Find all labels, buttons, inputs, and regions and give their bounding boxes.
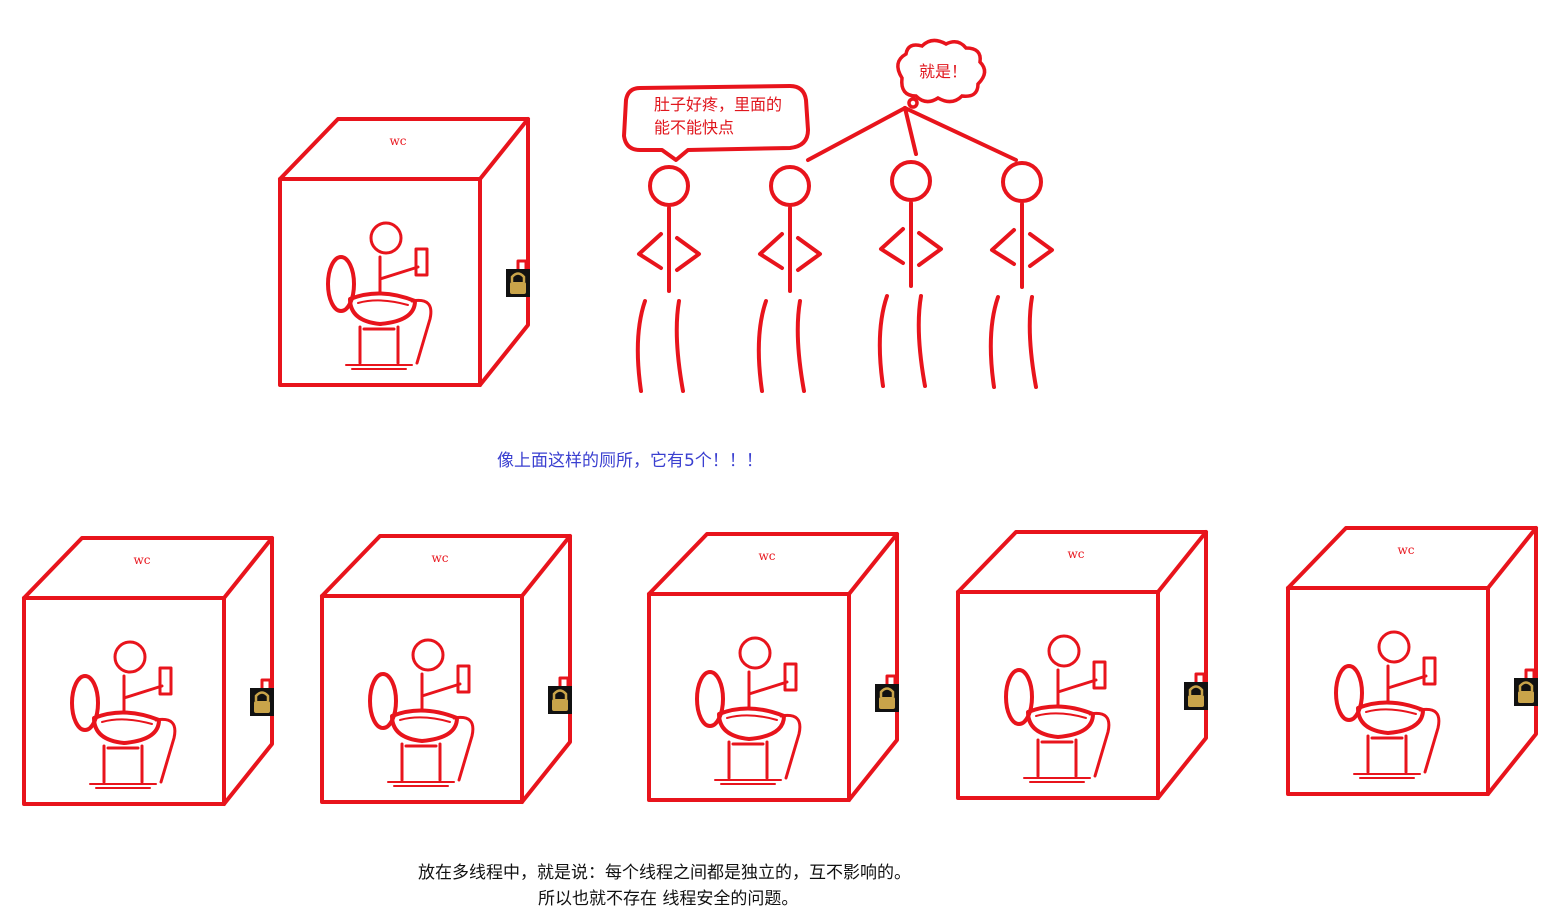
stall-label: wc: [134, 553, 151, 567]
caption-bottom-line-2: 所以也就不存在 线程安全的问题。: [538, 889, 799, 909]
waiting-person: [877, 160, 943, 388]
lock-icon: [248, 686, 276, 718]
lock-icon: [1512, 676, 1540, 708]
connector-lines: [806, 106, 1018, 162]
stall-5: wc: [1286, 526, 1540, 796]
stall-label: wc: [1398, 543, 1415, 557]
speech-line: 肚子好疼，里面的: [654, 95, 783, 114]
lock-icon: [546, 684, 574, 716]
stall-label: wc: [432, 551, 449, 565]
occupied-stall: wc: [278, 117, 532, 387]
bottom-stalls: wc wc wc wc wc: [22, 526, 1540, 806]
speech-text-complaint: 肚子好疼，里面的 能不能快点: [654, 93, 814, 139]
lock-icon: [504, 267, 532, 299]
waiting-person: [635, 165, 701, 393]
lock-icon: [873, 682, 901, 714]
waiting-people: [635, 160, 1054, 393]
waiting-person: [988, 161, 1054, 389]
caption-top: 像上面这样的厕所，它有5个！！！: [497, 451, 763, 471]
stall-1: wc: [22, 536, 276, 806]
speech-text-agree: 就是！: [919, 62, 968, 81]
stall-label: wc: [1068, 547, 1085, 561]
caption-bottom-line-1: 放在多线程中，就是说：每个线程之间都是独立的，互不影响的。: [418, 863, 911, 883]
waiting-person: [756, 165, 822, 393]
lock-icon: [1182, 680, 1210, 712]
diagram-canvas: wc wc wc wc wc wc 肚子好疼，里面的 能不能快点 就是！ 像上面…: [0, 0, 1557, 915]
stall-2: wc: [320, 534, 574, 804]
stall-4: wc: [956, 530, 1210, 800]
stall-label: wc: [759, 549, 776, 563]
stall-label: wc: [390, 134, 407, 148]
speech-line: 能不能快点: [654, 118, 735, 137]
stall-3: wc: [647, 532, 901, 802]
caption-bottom: 放在多线程中，就是说：每个线程之间都是独立的，互不影响的。 所以也就不存在 线程…: [418, 860, 911, 912]
